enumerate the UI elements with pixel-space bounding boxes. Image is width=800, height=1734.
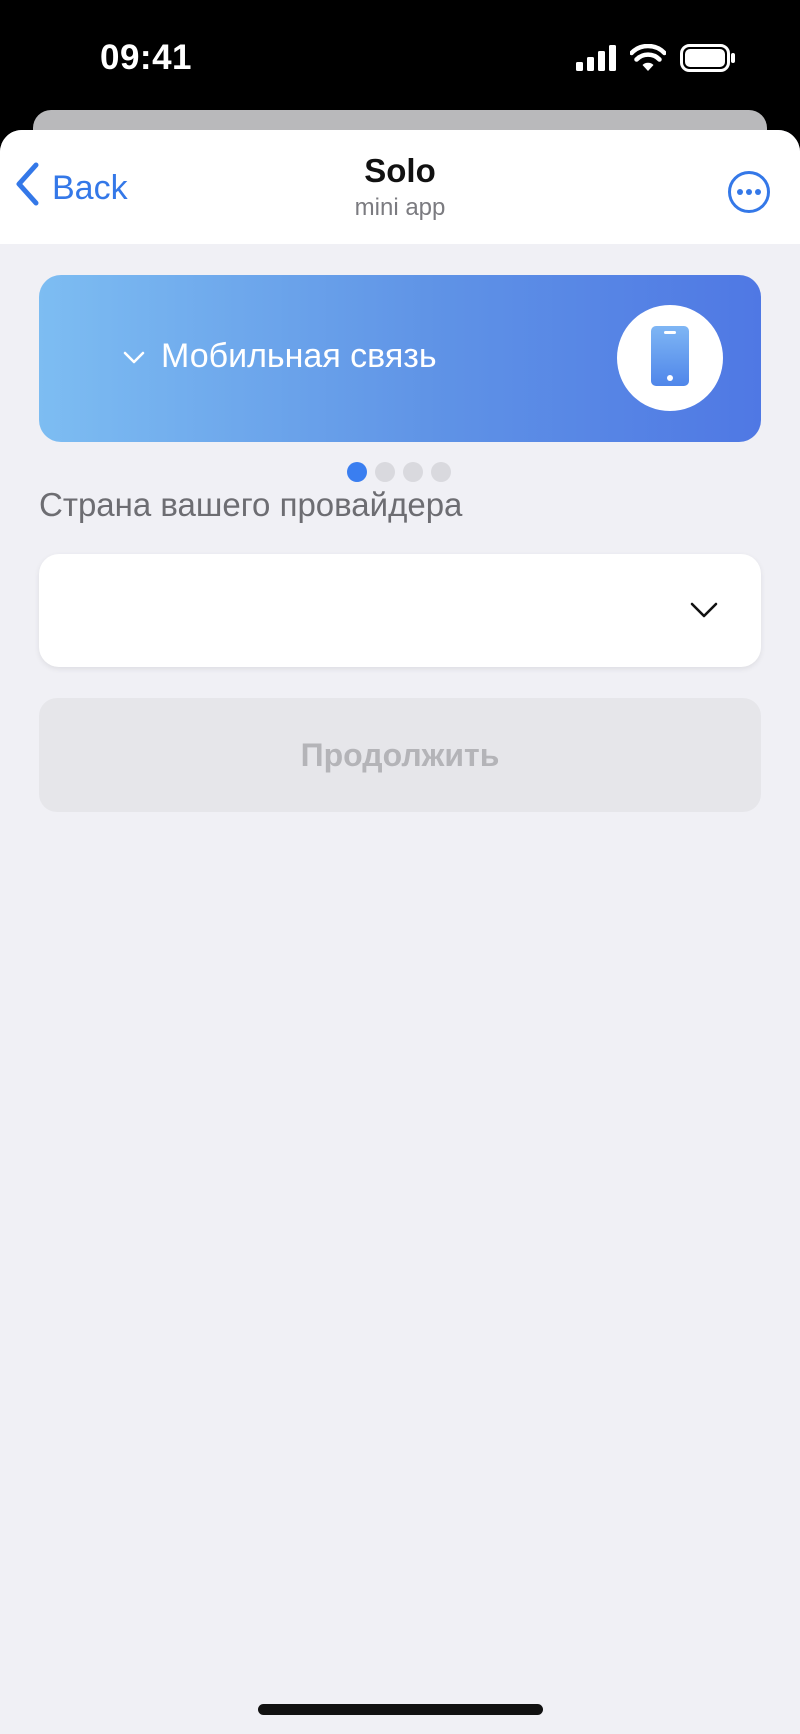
country-select[interactable] [39, 554, 761, 667]
cellular-signal-icon [576, 45, 616, 76]
continue-button[interactable]: Продолжить [39, 698, 761, 812]
chevron-down-icon [690, 602, 718, 618]
home-indicator[interactable] [258, 1704, 543, 1715]
more-button[interactable] [727, 170, 771, 214]
page-title: Solo [364, 152, 436, 189]
mini-app-sheet: Back Solo mini app Мобильная связь Стран… [0, 130, 800, 1734]
nav-header: Back Solo mini app [0, 130, 800, 244]
status-bar: 09:41 [0, 0, 800, 110]
page-subtitle: mini app [354, 194, 446, 221]
wifi-icon [629, 43, 667, 77]
banner-icon-circle [617, 305, 723, 411]
category-banner[interactable]: Мобильная связь [39, 275, 761, 442]
status-icons [576, 43, 736, 77]
status-time: 09:41 [100, 38, 193, 77]
banner-label: Мобильная связь [161, 337, 437, 375]
pagination-dot-1[interactable] [347, 462, 367, 482]
country-label: Страна вашего провайдера [39, 486, 463, 523]
more-icon [727, 171, 771, 218]
chevron-down-icon [123, 351, 145, 365]
pagination-dot-3[interactable] [403, 462, 423, 482]
battery-icon [680, 44, 736, 77]
pagination-dot-4[interactable] [431, 462, 451, 482]
banner-pagination [347, 462, 451, 482]
pagination-dot-2[interactable] [375, 462, 395, 482]
phone-screen: 09:41 Back Solo mini app Мобильная связь… [0, 0, 800, 1734]
smartphone-icon [650, 325, 690, 392]
